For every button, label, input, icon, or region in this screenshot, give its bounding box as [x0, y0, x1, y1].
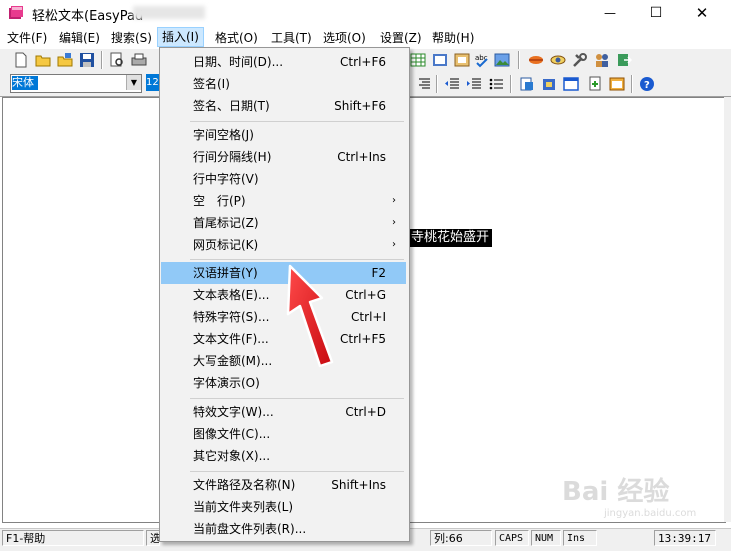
- menu-item-signature-date[interactable]: 签名、日期(T) Shift+F6: [161, 95, 406, 117]
- toolbar-separator: [518, 51, 520, 69]
- menu-item-line-separator[interactable]: 行间分隔线(H) Ctrl+Ins: [161, 146, 406, 168]
- menu-separator: [190, 471, 404, 472]
- image-icon[interactable]: [494, 52, 510, 68]
- menu-item-date-time[interactable]: 日期、时间(D)... Ctrl+F6: [161, 51, 406, 73]
- font-name-combo[interactable]: 宋体 ▼: [10, 74, 142, 93]
- menu-file[interactable]: 文件(F): [7, 29, 47, 45]
- picture-frame-icon[interactable]: [454, 52, 470, 68]
- status-time: 13:39:17: [654, 530, 716, 546]
- page-add-icon[interactable]: [587, 76, 603, 92]
- spell-check-icon[interactable]: abc: [474, 52, 490, 68]
- people-icon[interactable]: [594, 52, 610, 68]
- close-icon: ✕: [695, 4, 709, 22]
- submenu-arrow-icon: ›: [392, 217, 396, 228]
- status-num: NUM: [531, 530, 561, 546]
- close-button[interactable]: ✕: [679, 0, 725, 26]
- menu-item-inline-char[interactable]: 行中字符(V): [161, 168, 406, 190]
- status-help: F1-帮助: [2, 530, 144, 546]
- menu-settings[interactable]: 设置(Z): [380, 29, 422, 45]
- submenu-arrow-icon: ›: [392, 195, 396, 206]
- status-caps: CAPS: [495, 530, 529, 546]
- book-icon[interactable]: [432, 52, 448, 68]
- toolbar-separator: [436, 75, 438, 93]
- app-book-icon[interactable]: [8, 5, 24, 21]
- toolbar-separator: [101, 51, 103, 69]
- box-icon[interactable]: [541, 76, 557, 92]
- eye-icon[interactable]: [550, 52, 566, 68]
- table-icon[interactable]: [410, 52, 426, 68]
- open-recent-icon[interactable]: [57, 52, 73, 68]
- menu-separator: [190, 259, 404, 260]
- svg-text:Bai 经验: Bai 经验: [562, 476, 669, 507]
- menu-item-drive-file-list[interactable]: 当前盘文件列表(R)...: [161, 518, 406, 540]
- status-column: 列:66: [430, 530, 492, 546]
- bullet-list-icon[interactable]: [488, 76, 504, 92]
- document-convert-icon[interactable]: [519, 76, 535, 92]
- menu-item-other-object[interactable]: 其它对象(X)...: [161, 445, 406, 467]
- menu-item-font-demo[interactable]: 字体演示(O): [161, 372, 406, 394]
- title-blurred-version: [133, 6, 205, 19]
- selected-document-text[interactable]: 寺桃花始盛开: [409, 229, 493, 247]
- open-folder-icon[interactable]: [35, 52, 51, 68]
- calendar-icon[interactable]: [609, 76, 625, 92]
- print-preview-icon[interactable]: [109, 52, 125, 68]
- editor-right-edge: [724, 97, 731, 522]
- align-right-icon[interactable]: [416, 76, 432, 92]
- font-size-combo[interactable]: 12: [146, 74, 160, 91]
- toolbar-separator: [510, 75, 512, 93]
- menu-item-head-tail-mark[interactable]: 首尾标记(Z) ›: [161, 212, 406, 234]
- menu-format[interactable]: 格式(O): [215, 29, 258, 45]
- menu-options[interactable]: 选项(O): [323, 29, 366, 45]
- menu-edit[interactable]: 编辑(E): [59, 29, 100, 45]
- window-title: 轻松文本(EasyPad: [32, 9, 144, 24]
- indent-icon[interactable]: [466, 76, 482, 92]
- help-icon[interactable]: ?: [639, 76, 655, 92]
- status-ins: Ins: [563, 530, 597, 546]
- lips-icon[interactable]: [528, 52, 544, 68]
- menu-search[interactable]: 搜索(S): [111, 29, 152, 45]
- baidu-watermark-logo: Bai 经验 jingyan.baidu.com: [562, 476, 696, 519]
- menu-item-signature[interactable]: 签名(I): [161, 73, 406, 95]
- new-file-icon[interactable]: [13, 52, 29, 68]
- svg-text:jingyan.baidu.com: jingyan.baidu.com: [603, 508, 696, 519]
- minimize-icon: —: [604, 6, 616, 20]
- maximize-icon: ☐: [649, 5, 663, 21]
- menu-insert[interactable]: 插入(I): [157, 27, 204, 47]
- window-icon[interactable]: [563, 76, 579, 92]
- menu-item-web-tag[interactable]: 网页标记(K) ›: [161, 234, 406, 256]
- toolbar-separator: [631, 75, 633, 93]
- save-icon[interactable]: [79, 52, 95, 68]
- menu-item-folder-list[interactable]: 当前文件夹列表(L): [161, 496, 406, 518]
- svg-text:?: ?: [644, 80, 650, 91]
- menu-item-effect-text[interactable]: 特效文字(W)... Ctrl+D: [161, 401, 406, 423]
- font-name-value: 宋体: [12, 76, 38, 90]
- minimize-button[interactable]: —: [587, 0, 633, 26]
- menu-item-blank-line[interactable]: 空 行(P) ›: [161, 190, 406, 212]
- maximize-button[interactable]: ☐: [633, 0, 679, 26]
- status-line: 选: [146, 530, 160, 546]
- outdent-icon[interactable]: [444, 76, 460, 92]
- menu-item-image-file[interactable]: 图像文件(C)...: [161, 423, 406, 445]
- menu-separator: [190, 121, 404, 122]
- menu-separator: [190, 398, 404, 399]
- menu-help[interactable]: 帮助(H): [432, 29, 474, 45]
- chevron-down-icon[interactable]: ▼: [126, 75, 141, 90]
- red-pointer-arrow-icon: [286, 264, 334, 368]
- menu-item-file-path[interactable]: 文件路径及名称(N) Shift+Ins: [161, 474, 406, 496]
- export-icon[interactable]: [616, 52, 632, 68]
- menu-item-char-spacing[interactable]: 字间空格(J): [161, 124, 406, 146]
- tools-icon[interactable]: [572, 52, 588, 68]
- print-icon[interactable]: [131, 52, 147, 68]
- menu-tools[interactable]: 工具(T): [271, 29, 312, 45]
- submenu-arrow-icon: ›: [392, 239, 396, 250]
